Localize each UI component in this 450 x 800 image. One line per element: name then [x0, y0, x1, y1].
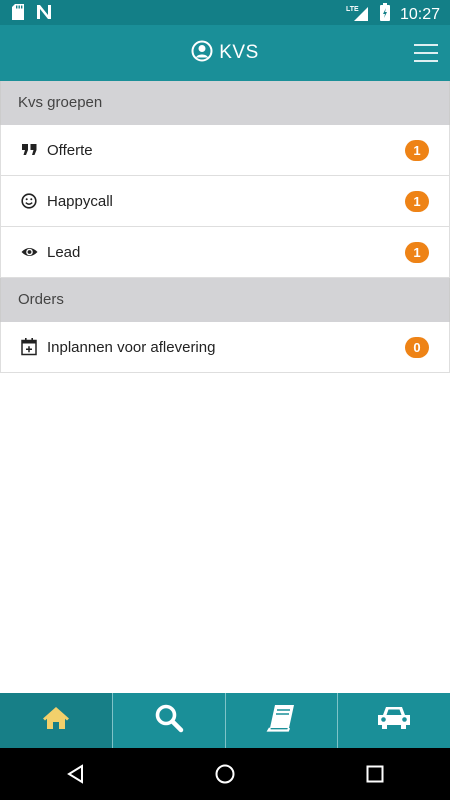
- lte-signal-icon: LTE: [346, 3, 370, 26]
- count-badge: 1: [405, 191, 429, 212]
- nav-search[interactable]: [111, 693, 225, 748]
- hamburger-menu-icon[interactable]: [412, 41, 440, 65]
- list-item-lead[interactable]: Lead 1: [0, 227, 450, 278]
- recents-button[interactable]: [345, 754, 405, 794]
- recents-square-icon: [366, 765, 384, 783]
- nav-home[interactable]: [0, 693, 112, 748]
- count-badge: 0: [405, 337, 429, 358]
- home-circle-icon: [215, 764, 235, 784]
- count-badge: 1: [405, 242, 429, 263]
- n-notification-icon: [36, 4, 52, 25]
- section-header-orders: Orders: [0, 278, 450, 322]
- sd-card-icon: [12, 4, 24, 25]
- count-badge: 1: [405, 140, 429, 161]
- book-icon: [266, 703, 296, 738]
- network-label: LTE: [346, 6, 359, 13]
- list-item-inplannen[interactable]: Inplannen voor aflevering 0: [0, 322, 450, 373]
- status-left: [12, 4, 52, 25]
- search-icon: [154, 703, 184, 738]
- smiley-icon: [20, 191, 40, 211]
- list-item-label: Lead: [47, 243, 81, 261]
- home-icon: [42, 705, 70, 736]
- status-right: LTE 10:27: [346, 3, 440, 26]
- user-circle-icon: [191, 40, 213, 67]
- quote-icon: [20, 140, 40, 160]
- nav-car[interactable]: [337, 693, 450, 748]
- status-time: 10:27: [399, 5, 440, 23]
- back-button[interactable]: [45, 754, 105, 794]
- main-content: Kvs groepen Offerte 1 Happycall 1 Lead 1…: [0, 81, 450, 373]
- list-item-label: Happycall: [47, 192, 113, 210]
- status-bar: LTE 10:27: [0, 0, 450, 25]
- system-nav-bar: [0, 748, 450, 800]
- list-item-happycall[interactable]: Happycall 1: [0, 176, 450, 227]
- list-item-label: Offerte: [47, 141, 93, 159]
- app-title: KVS: [219, 42, 259, 63]
- app-bar: KVS: [0, 25, 450, 81]
- battery-charging-icon: [379, 3, 390, 26]
- back-triangle-icon: [67, 764, 83, 784]
- list-item-offerte[interactable]: Offerte 1: [0, 125, 450, 176]
- list-item-label: Inplannen voor aflevering: [47, 338, 216, 356]
- nav-book[interactable]: [224, 693, 338, 748]
- section-header-kvs-groepen: Kvs groepen: [0, 81, 450, 125]
- app-title-group: KVS: [0, 25, 450, 81]
- eye-icon: [20, 242, 40, 262]
- home-system-button[interactable]: [195, 754, 255, 794]
- car-icon: [375, 704, 413, 737]
- calendar-plus-icon: [20, 337, 40, 357]
- bottom-nav: [0, 693, 450, 748]
